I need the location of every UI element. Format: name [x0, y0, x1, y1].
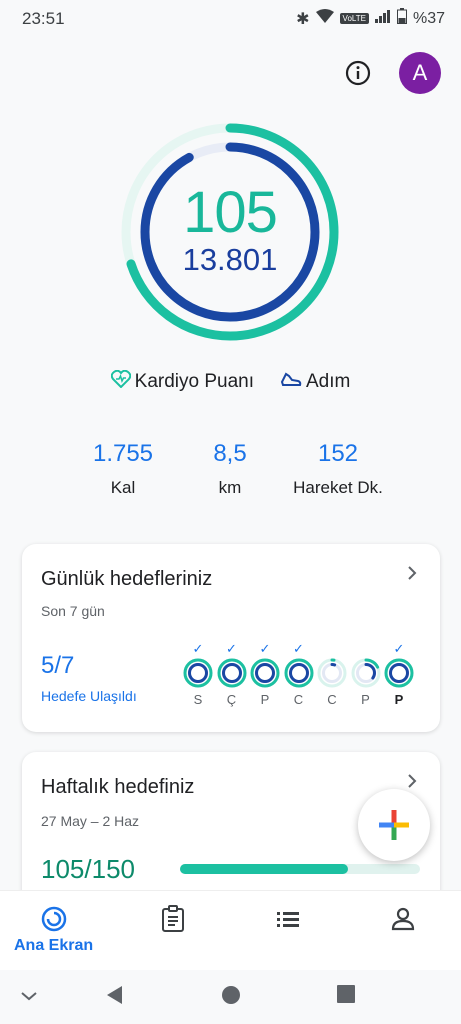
nav-home-label: Ana Ekran	[14, 937, 94, 954]
day-ring	[317, 658, 347, 688]
stat-calories: 1.755 Kal	[63, 440, 183, 498]
day-ring	[250, 658, 280, 688]
stat-value: 152	[317, 440, 359, 467]
weekly-value: 105/150	[41, 854, 135, 884]
legend-heart: Kardiyo Puanı	[110, 369, 254, 394]
nav-journal[interactable]	[160, 905, 186, 933]
steps-value: 13.801	[182, 241, 278, 277]
home-rings-icon	[41, 906, 66, 932]
person-icon	[391, 907, 415, 931]
check-icon	[350, 642, 382, 656]
battery-percent: %37	[412, 9, 445, 27]
day-goal-5: P	[350, 642, 382, 707]
wifi-icon	[315, 9, 334, 28]
shoe-icon	[280, 370, 302, 394]
status-bar: 23:51 ✱ VoLTE %37	[0, 0, 461, 36]
battery-icon	[396, 8, 407, 29]
weekly-progress-fill	[180, 864, 348, 874]
ring-values: 105 13.801	[117, 119, 343, 345]
stat-label: Hareket Dk.	[293, 478, 383, 497]
day-goal-0: ✓ S	[182, 642, 214, 707]
weekly-progress-bar	[180, 864, 420, 874]
goal-count: 5/7	[41, 652, 75, 679]
stat-label: km	[218, 478, 242, 497]
day-letter: C	[327, 692, 337, 707]
check-icon	[316, 642, 348, 656]
legend-steps: Adım	[280, 370, 350, 394]
signal-icon	[374, 9, 391, 28]
clipboard-icon	[162, 905, 184, 932]
system-navigation	[0, 970, 461, 1024]
recents-icon[interactable]	[336, 984, 356, 1004]
day-letter: S	[193, 692, 203, 707]
stat-label: Kal	[110, 478, 136, 497]
status-icons: ✱ VoLTE %37	[296, 8, 445, 29]
check-icon: ✓	[393, 641, 405, 656]
check-icon: ✓	[226, 641, 237, 656]
day-letter: P	[394, 692, 404, 707]
nav-home[interactable]: Ana Ekran	[14, 905, 93, 955]
day-letter: C	[293, 692, 304, 707]
check-icon: ✓	[293, 641, 304, 656]
card-subtitle: 27 May – 2 Haz	[41, 813, 140, 829]
home-button-icon[interactable]	[220, 984, 242, 1006]
day-letter: P	[361, 692, 370, 707]
day-letter: P	[260, 692, 270, 707]
legend-heart-label: Kardiyo Puanı	[134, 371, 254, 392]
stat-value: 8,5	[213, 440, 247, 467]
bottom-navigation: Ana Ekran	[0, 890, 461, 971]
day-ring	[183, 658, 213, 688]
legend-steps-label: Adım	[306, 371, 351, 392]
day-goal-1: ✓ Ç	[216, 642, 248, 707]
day-goal-6: ✓ P	[383, 642, 415, 707]
check-icon: ✓	[259, 641, 271, 656]
avatar[interactable]: A	[399, 52, 441, 94]
plus-icon	[379, 810, 409, 840]
day-ring	[351, 658, 380, 688]
nav-profile[interactable]	[390, 905, 416, 933]
bluetooth-icon: ✱	[296, 10, 310, 28]
card-title: Haftalık hedefiniz	[41, 776, 195, 798]
nav-browse[interactable]	[275, 905, 301, 933]
day-ring	[284, 658, 313, 688]
info-icon[interactable]	[345, 60, 371, 86]
heart-icon	[110, 369, 131, 394]
goal-count-label: Hedefe Ulaşıldı	[41, 688, 137, 704]
day-ring	[217, 658, 246, 688]
day-goal-3: ✓ C	[283, 642, 315, 707]
status-time: 23:51	[22, 9, 65, 28]
stat-move-minutes: 152 Hareket Dk.	[278, 440, 398, 498]
stat-value: 1.755	[92, 440, 154, 467]
volte-badge: VoLTE	[339, 13, 369, 24]
list-icon	[277, 912, 299, 927]
day-ring	[384, 658, 414, 688]
back-icon[interactable]	[104, 984, 126, 1006]
day-goal-2: ✓ P	[249, 642, 281, 707]
stat-distance: 8,5 km	[170, 440, 290, 498]
add-button[interactable]	[358, 789, 430, 861]
daily-goals-card[interactable]: Günlük hedefleriniz Son 7 gün 5/7 Hedefe…	[22, 544, 440, 732]
collapse-icon[interactable]	[19, 989, 39, 1003]
chevron-right-icon[interactable]	[406, 564, 418, 587]
heart-points-value: 105	[183, 179, 278, 245]
card-subtitle: Son 7 gün	[41, 603, 105, 619]
day-letter: Ç	[226, 692, 237, 707]
top-bar: A	[0, 50, 461, 98]
day-goal-4: C	[316, 642, 348, 707]
card-title: Günlük hedefleriniz	[41, 568, 213, 590]
check-icon: ✓	[192, 641, 204, 656]
ring-legend: Kardiyo Puanı Adım	[0, 369, 461, 394]
daily-goal-days: ✓ S ✓ Ç ✓ P ✓ C C P ✓ P	[182, 642, 432, 714]
